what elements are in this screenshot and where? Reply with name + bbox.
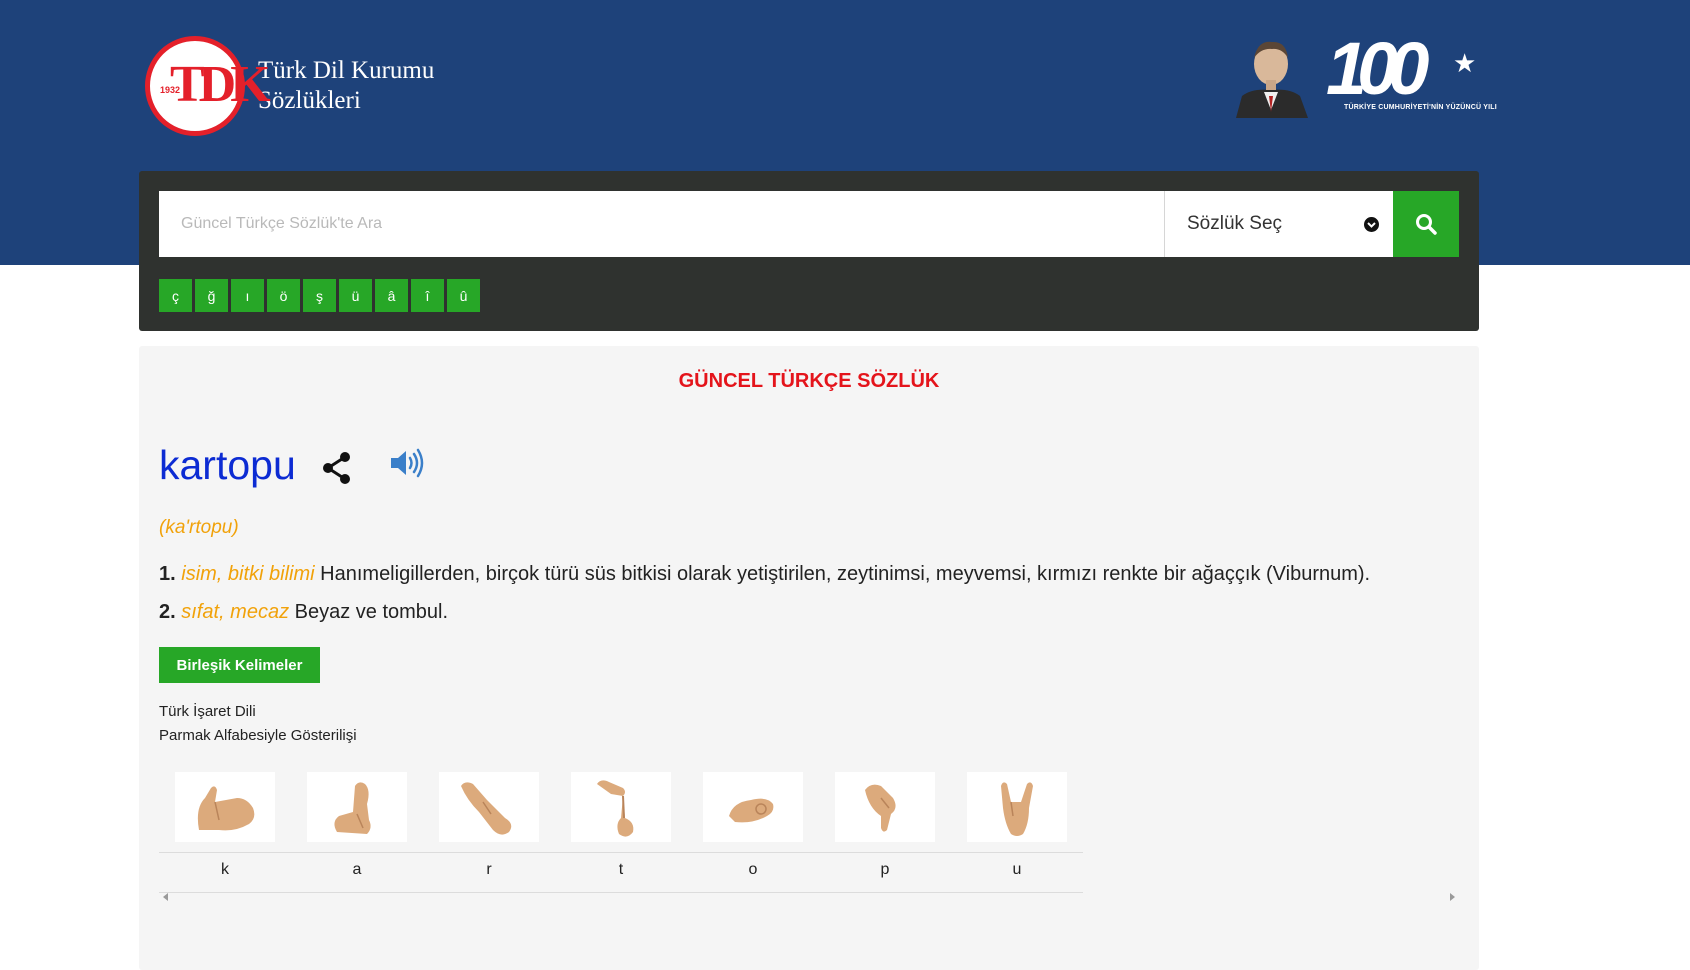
logo-monogram: TDK xyxy=(170,56,271,113)
sign-letter: a xyxy=(352,861,362,878)
share-icon[interactable] xyxy=(321,450,353,486)
char-button[interactable]: û xyxy=(447,279,480,312)
char-button[interactable]: î xyxy=(411,279,444,312)
logo-text: Türk Dil Kurumu Sözlükleri xyxy=(258,56,434,116)
fingerspelling-strip: k a r t o p u xyxy=(159,772,1083,893)
speaker-icon[interactable] xyxy=(389,448,425,478)
char-button[interactable]: ü xyxy=(339,279,372,312)
hand-sign-icon xyxy=(703,772,803,842)
meaning-number: 1. xyxy=(159,563,176,585)
sign-letter: r xyxy=(486,861,492,878)
scroll-left-arrow-icon[interactable] xyxy=(163,893,168,901)
meaning-number: 2. xyxy=(159,601,176,623)
hand-sign-icon xyxy=(307,772,407,842)
republic-100-badge: 100 ★ TÜRKİYE CUMHURİYETİ'NİN YÜZÜNCÜ YI… xyxy=(1228,27,1497,118)
char-button[interactable]: ı xyxy=(231,279,264,312)
scroll-right-arrow-icon[interactable] xyxy=(1450,893,1455,901)
dictionary-select[interactable]: Sözlük Seç xyxy=(1164,191,1393,257)
dictionary-title: GÜNCEL TÜRKÇE SÖZLÜK xyxy=(678,370,940,392)
logo-subtitle: Sözlükleri xyxy=(258,87,361,114)
char-button[interactable]: â xyxy=(375,279,408,312)
char-button[interactable]: ö xyxy=(267,279,300,312)
anniversary-caption: TÜRKİYE CUMHURİYETİ'NİN YÜZÜNCÜ YILI xyxy=(1344,104,1497,111)
logo-title: Türk Dil Kurumu xyxy=(258,57,435,84)
sign-letter: u xyxy=(1012,861,1022,878)
sign-letter: o xyxy=(748,861,758,878)
divider xyxy=(159,852,1083,853)
meaning-tags: sıfat, mecaz xyxy=(181,601,290,623)
search-panel: Sözlük Seç ç ğ ı ö ş ü â î û xyxy=(139,171,1479,331)
char-button[interactable]: ç xyxy=(159,279,192,312)
sign-letter: t xyxy=(618,861,624,878)
compound-words-button[interactable]: Birleşik Kelimeler xyxy=(159,647,320,683)
sign-language-subtitle: Parmak Alfabesiyle Gösterilişi xyxy=(159,727,357,744)
sign-letter: p xyxy=(880,861,890,878)
dictionary-select-label: Sözlük Seç xyxy=(1187,213,1283,234)
horizontal-scrollbar[interactable] xyxy=(159,891,1459,905)
star-icon: ★ xyxy=(1453,48,1477,78)
hand-sign-icon xyxy=(967,772,1067,842)
hundred-logo: 100 xyxy=(1326,27,1430,110)
result-card: GÜNCEL TÜRKÇE SÖZLÜK kartopu (ka'rtopu) … xyxy=(139,346,1479,970)
search-icon xyxy=(1416,214,1437,235)
char-button[interactable]: ş xyxy=(303,279,336,312)
search-input[interactable] xyxy=(159,191,1164,257)
sign-language-title: Türk İşaret Dili xyxy=(159,703,256,720)
headword: kartopu xyxy=(159,442,296,488)
hand-sign-icon xyxy=(175,772,275,842)
meaning-item: 1. isim, bitki bilimi Hanımeligillerden,… xyxy=(159,563,1370,586)
meaning-tags: isim, bitki bilimi xyxy=(181,563,315,585)
char-button[interactable]: ğ xyxy=(195,279,228,312)
site-logo[interactable]: TDK 1932 Türk Dil Kurumu Sözlükleri xyxy=(145,36,434,136)
meaning-text: Beyaz ve tombul. xyxy=(294,601,449,623)
hand-sign-icon xyxy=(571,772,671,842)
meaning-text: Hanımeligillerden, birçok türü süs bitki… xyxy=(320,563,1371,585)
pronunciation: (ka'rtopu) xyxy=(159,517,239,538)
hand-sign-icon xyxy=(835,772,935,842)
search-button[interactable] xyxy=(1393,191,1459,257)
hand-sign-icon xyxy=(439,772,539,842)
special-characters: ç ğ ı ö ş ü â î û xyxy=(159,279,483,312)
sign-letter: k xyxy=(221,861,229,878)
logo-year: 1932 xyxy=(160,85,181,95)
meaning-item: 2. sıfat, mecaz Beyaz ve tombul. xyxy=(159,601,448,624)
chevron-down-icon xyxy=(1364,217,1379,232)
ataturk-portrait xyxy=(1228,34,1314,118)
search-bar: Sözlük Seç xyxy=(159,191,1459,257)
tdk-emblem: TDK 1932 xyxy=(145,36,271,136)
